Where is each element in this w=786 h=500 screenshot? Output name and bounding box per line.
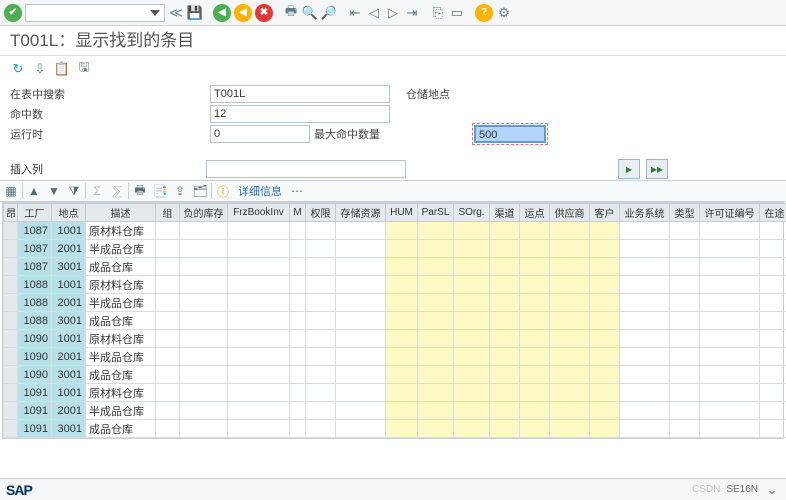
col-header[interactable]: 负的库存 — [180, 204, 228, 222]
col-header[interactable]: 昂 — [4, 204, 18, 222]
table-row[interactable]: 10882001半成品仓库 — [4, 294, 786, 312]
runtime-label: 运行时 — [10, 126, 210, 142]
back-icon[interactable]: ◀ — [213, 4, 231, 22]
sort-asc-icon[interactable]: ▲ — [25, 183, 43, 199]
chevrons-left-icon[interactable]: ≪ — [168, 5, 184, 21]
transfer-button[interactable]: ▸▸ — [646, 159, 668, 179]
detail-link[interactable]: 详细信息 — [234, 183, 286, 199]
exit-icon[interactable]: ◀ — [234, 4, 252, 22]
save-variant-icon[interactable]: 🖫 — [76, 61, 92, 77]
last-page-icon[interactable]: ⇥ — [404, 5, 420, 21]
col-header[interactable]: 渠道 — [490, 204, 520, 222]
select-all-icon[interactable]: ▦ — [2, 183, 20, 199]
runtime-field: 0 — [210, 125, 310, 143]
table-row[interactable]: 10902001半成品仓库 — [4, 348, 786, 366]
col-header[interactable]: 在途 — [760, 204, 786, 222]
hits-label: 命中数 — [10, 106, 210, 122]
table-row[interactable]: 10873001成品仓库 — [4, 258, 786, 276]
layout2-icon[interactable]: 🗂 — [191, 183, 209, 199]
table-row[interactable]: 10913001成品仓库 — [4, 420, 786, 438]
dropdown-icon[interactable]: ⌄ — [764, 482, 780, 498]
filter-icon[interactable]: ⧩ — [65, 183, 83, 199]
enter-icon[interactable]: ✔ — [4, 4, 22, 22]
sum-icon[interactable]: Σ — [88, 183, 106, 199]
export-icon[interactable]: ⇩ — [32, 61, 48, 77]
table-row[interactable]: 10883001成品仓库 — [4, 312, 786, 330]
col-header[interactable]: 客户 — [590, 204, 620, 222]
print2-icon[interactable]: 🖶 — [131, 183, 149, 199]
table-row[interactable]: 10881001原材料仓库 — [4, 276, 786, 294]
col-header[interactable]: HUM — [386, 204, 418, 222]
col-header[interactable]: 供应商 — [550, 204, 590, 222]
col-header[interactable]: ParSL — [418, 204, 454, 222]
refresh-icon[interactable]: ↻ — [10, 61, 26, 77]
sap-logo: SAP — [6, 482, 32, 498]
system-toolbar: ✔ ≪ 💾 ◀ ◀ ✖ 🖶 🔍 🔎 ⇤ ◁ ▷ ⇥ ⎘ ▭ ? ⚙ — [0, 0, 786, 26]
find-icon[interactable]: 🔍 — [302, 5, 318, 21]
table-row[interactable]: 10903001成品仓库 — [4, 366, 786, 384]
find-next-icon[interactable]: 🔎 — [321, 5, 337, 21]
insert-label: 插入列 — [10, 161, 200, 177]
table-row[interactable]: 10901001原材料仓库 — [4, 330, 786, 348]
more-icon[interactable]: ⋯ — [288, 183, 306, 199]
info-icon[interactable]: ⓘ — [214, 183, 232, 199]
sort-desc-icon[interactable]: ▼ — [45, 183, 63, 199]
table-row[interactable]: 10871001原材料仓库 — [4, 222, 786, 240]
tcode-display: SE16N — [726, 484, 758, 495]
col-header[interactable]: SOrg. — [454, 204, 490, 222]
col-header[interactable]: 地点 — [52, 204, 86, 222]
alv-grid: 昂工厂地点描述组负的库存FrzBookInvM权限存储资源HUMParSLSOr… — [2, 202, 784, 439]
new-session-icon[interactable]: ⎘ — [430, 5, 446, 21]
command-field[interactable] — [25, 4, 165, 22]
prev-page-icon[interactable]: ◁ — [366, 5, 382, 21]
view-icon[interactable]: 📑 — [151, 183, 169, 199]
col-header[interactable]: 工厂 — [18, 204, 52, 222]
col-header[interactable]: 运点 — [520, 204, 550, 222]
insert-column-input[interactable] — [206, 160, 406, 178]
clipboard-icon[interactable]: 📋 — [54, 61, 70, 77]
layout-icon[interactable]: ▭ — [449, 5, 465, 21]
export2-icon[interactable]: ⇪ — [171, 183, 189, 199]
col-header[interactable]: 存储资源 — [336, 204, 386, 222]
maxhits-label: 最大命中数量 — [314, 126, 394, 142]
col-header[interactable]: 业务系统 — [620, 204, 670, 222]
col-header[interactable]: 许可证编号 — [700, 204, 760, 222]
search-form: 在表中搜索 T001L 仓储地点 命中数 12 运行时 0 最大命中数量 500 — [0, 82, 786, 150]
alv-toolbar: ▦ ▲ ▼ ⧩ Σ ⅀ 🖶 📑 ⇪ 🗂 ⓘ 详细信息 ⋯ — [0, 180, 786, 202]
save-icon[interactable]: 💾 — [187, 5, 203, 21]
table-row[interactable]: 10911001原材料仓库 — [4, 384, 786, 402]
desc-label: 仓储地点 — [406, 86, 506, 102]
help-icon[interactable]: ? — [475, 4, 493, 22]
customize-icon[interactable]: ⚙ — [496, 5, 512, 21]
col-header[interactable]: 组 — [156, 204, 180, 222]
print-icon[interactable]: 🖶 — [283, 5, 299, 21]
search-label: 在表中搜索 — [10, 86, 210, 102]
table-row[interactable]: 10912001半成品仓库 — [4, 402, 786, 420]
col-header[interactable]: 类型 — [670, 204, 700, 222]
app-toolbar: ↻ ⇩ 📋 🖫 — [0, 56, 786, 82]
col-header[interactable]: FrzBookInv — [228, 204, 290, 222]
watermark: CSDN — [692, 484, 720, 495]
table-name-field[interactable]: T001L — [210, 85, 390, 103]
first-page-icon[interactable]: ⇤ — [347, 5, 363, 21]
insert-column-row: 插入列 ▸ ▸▸ — [0, 158, 786, 180]
col-header[interactable]: 描述 — [86, 204, 156, 222]
cancel-icon[interactable]: ✖ — [255, 4, 273, 22]
page-title: T001L：显示找到的条目 — [0, 26, 786, 56]
add-column-button[interactable]: ▸ — [618, 159, 640, 179]
hits-field: 12 — [210, 105, 390, 123]
maxhits-field[interactable]: 500 — [474, 125, 546, 143]
col-header[interactable]: M — [290, 204, 306, 222]
next-page-icon[interactable]: ▷ — [385, 5, 401, 21]
status-bar: SAP CSDN SE16N ⌄ — [0, 478, 786, 500]
table-row[interactable]: 10872001半成品仓库 — [4, 240, 786, 258]
col-header[interactable]: 权限 — [306, 204, 336, 222]
subtotal-icon[interactable]: ⅀ — [108, 183, 126, 199]
